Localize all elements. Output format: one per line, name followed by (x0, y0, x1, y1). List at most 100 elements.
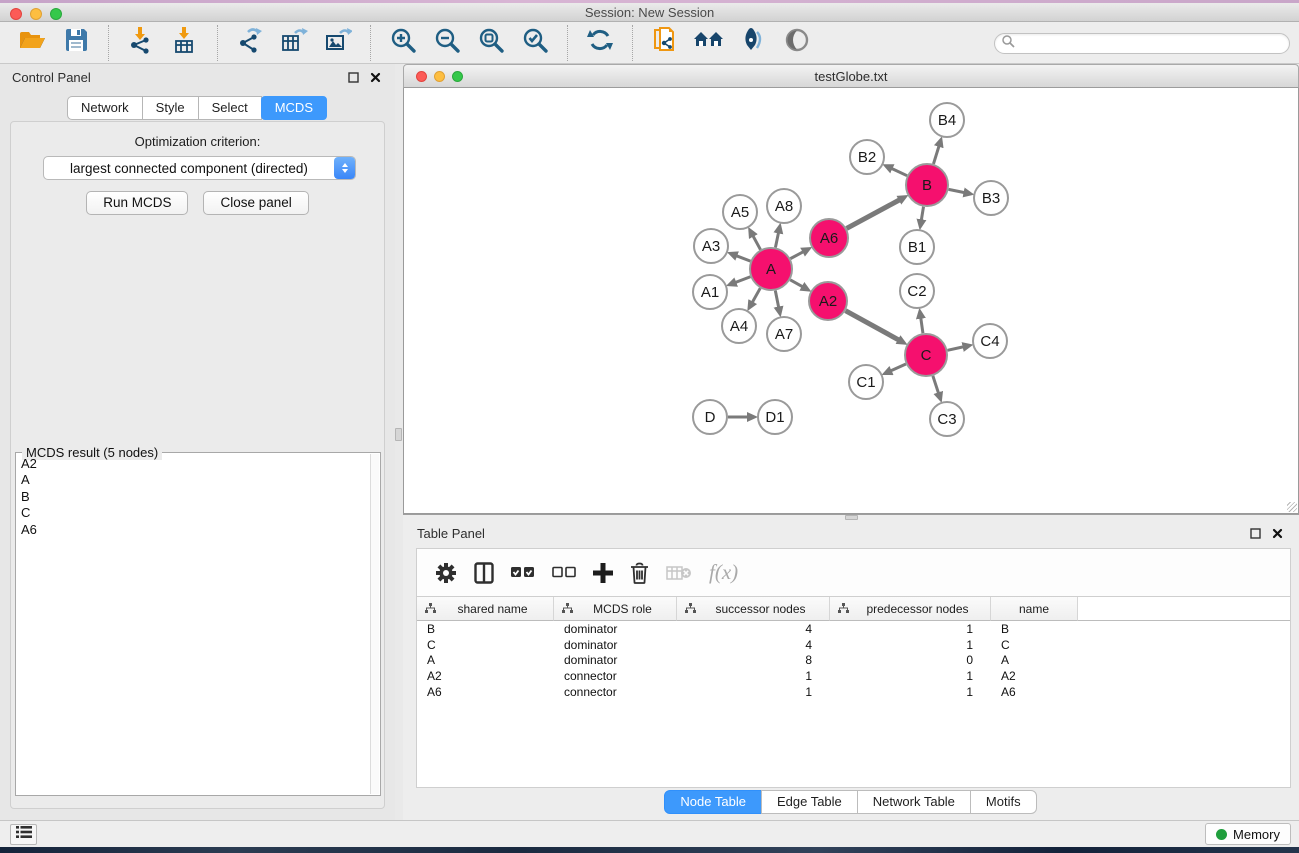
table-cell-predecessor-nodes[interactable]: 1 (830, 669, 991, 683)
node-B1[interactable]: B1 (900, 230, 934, 264)
node-D1[interactable]: D1 (758, 400, 792, 434)
table-row[interactable]: A2connector11A2 (417, 668, 1290, 684)
node-A6[interactable]: A6 (810, 219, 848, 257)
node-C4[interactable]: C4 (973, 324, 1007, 358)
edge-A-A3[interactable] (736, 256, 750, 261)
result-item[interactable]: A2 (17, 456, 365, 472)
edge-A-A6[interactable] (790, 252, 803, 259)
edge-B-B3[interactable] (949, 189, 965, 192)
tab-motifs[interactable]: Motifs (970, 790, 1037, 814)
table-cell-mcds-role[interactable]: dominator (554, 638, 677, 652)
divider-collapse-handle[interactable] (395, 428, 402, 441)
table-cell-successor-nodes[interactable]: 4 (677, 638, 830, 652)
run-mcds-button[interactable]: Run MCDS (86, 191, 188, 215)
node-A7[interactable]: A7 (767, 317, 801, 351)
close-panel-button[interactable]: Close panel (203, 191, 308, 215)
create-column-button[interactable] (593, 563, 613, 583)
edge-A-A2[interactable] (790, 280, 803, 287)
node-C1[interactable]: C1 (849, 365, 883, 399)
edge-A2-C[interactable] (846, 311, 899, 340)
show-hide-button[interactable] (775, 26, 819, 60)
result-list-scrollbar[interactable] (370, 454, 379, 794)
node-A1[interactable]: A1 (693, 275, 727, 309)
table-cell-successor-nodes[interactable]: 1 (677, 685, 830, 699)
tab-select[interactable]: Select (198, 96, 262, 120)
edge-A6-B[interactable] (847, 200, 900, 229)
node-A2[interactable]: A2 (809, 282, 847, 320)
node-A8[interactable]: A8 (767, 189, 801, 223)
table-cell-name[interactable]: B (991, 622, 1078, 636)
table-row[interactable]: Bdominator41B (417, 621, 1290, 637)
edge-C-C4[interactable] (947, 347, 963, 351)
tab-style[interactable]: Style (142, 96, 199, 120)
float-table-panel-button[interactable] (1247, 525, 1263, 541)
select-all-columns-button[interactable] (511, 566, 535, 579)
mcds-result-list[interactable]: A2ABCA6 (17, 456, 365, 792)
table-cell-shared-name[interactable]: A2 (417, 669, 554, 683)
zoom-in-button[interactable] (381, 26, 425, 60)
node-A3[interactable]: A3 (694, 229, 728, 263)
open-session-button[interactable] (10, 26, 54, 60)
table-cell-shared-name[interactable]: A (417, 653, 554, 667)
node-A4[interactable]: A4 (722, 309, 756, 343)
table-row[interactable]: Cdominator41C (417, 637, 1290, 653)
node-C3[interactable]: C3 (930, 402, 964, 436)
column-header-predecessor-nodes[interactable]: predecessor nodes (830, 597, 991, 621)
import-table-button[interactable] (163, 26, 207, 60)
edge-A-A4[interactable] (752, 288, 760, 302)
node-C[interactable]: C (905, 334, 947, 376)
result-item[interactable]: B (17, 489, 365, 505)
table-cell-mcds-role[interactable]: connector (554, 685, 677, 699)
table-cell-mcds-role[interactable]: dominator (554, 653, 677, 667)
edge-B-B1[interactable] (921, 207, 923, 221)
result-item[interactable]: A (17, 472, 365, 488)
table-cell-shared-name[interactable]: A6 (417, 685, 554, 699)
minimize-view-button[interactable] (434, 71, 445, 82)
column-header-name[interactable]: name (991, 597, 1078, 621)
home-view-button[interactable] (687, 26, 731, 60)
edge-C-C3[interactable] (933, 376, 939, 393)
column-header-successor-nodes[interactable]: successor nodes (677, 597, 830, 621)
table-cell-name[interactable]: A (991, 653, 1078, 667)
tab-node-table[interactable]: Node Table (664, 790, 762, 814)
table-cell-predecessor-nodes[interactable]: 1 (830, 622, 991, 636)
table-cell-name[interactable]: C (991, 638, 1078, 652)
window-resize-grip[interactable] (1287, 502, 1297, 512)
import-network-button[interactable] (119, 26, 163, 60)
node-B2[interactable]: B2 (850, 140, 884, 174)
table-row[interactable]: A6connector11A6 (417, 684, 1290, 700)
table-cell-predecessor-nodes[interactable]: 1 (830, 685, 991, 699)
node-D[interactable]: D (693, 400, 727, 434)
edge-A-A5[interactable] (753, 236, 761, 250)
edge-A-A1[interactable] (735, 277, 750, 283)
edge-B-B2[interactable] (891, 168, 907, 175)
node-B[interactable]: B (906, 164, 948, 206)
edge-C-C1[interactable] (891, 364, 906, 371)
result-item[interactable]: C (17, 505, 365, 521)
table-cell-mcds-role[interactable]: dominator (554, 622, 677, 636)
clone-network-button[interactable] (643, 26, 687, 60)
node-table[interactable]: shared nameMCDS rolesuccessor nodesprede… (416, 597, 1291, 788)
show-columns-button[interactable] (474, 562, 494, 584)
tab-network-table[interactable]: Network Table (857, 790, 971, 814)
export-network-button[interactable] (228, 26, 272, 60)
show-log-button[interactable] (10, 824, 37, 845)
node-B4[interactable]: B4 (930, 103, 964, 137)
node-A[interactable]: A (750, 248, 792, 290)
tab-network[interactable]: Network (67, 96, 143, 120)
table-cell-mcds-role[interactable]: connector (554, 669, 677, 683)
result-item[interactable]: A6 (17, 522, 365, 538)
save-session-button[interactable] (54, 26, 98, 60)
refresh-layout-button[interactable] (578, 26, 622, 60)
close-window-button[interactable] (10, 8, 22, 20)
float-panel-button[interactable] (345, 69, 361, 85)
search-field[interactable] (994, 33, 1290, 54)
table-cell-predecessor-nodes[interactable]: 0 (830, 653, 991, 667)
zoom-fit-button[interactable] (469, 26, 513, 60)
table-row[interactable]: Adominator80A (417, 652, 1290, 668)
minimize-window-button[interactable] (30, 8, 42, 20)
edge-A-A7[interactable] (775, 291, 778, 308)
table-cell-name[interactable]: A2 (991, 669, 1078, 683)
table-options-button[interactable] (435, 562, 457, 584)
search-input[interactable] (1015, 35, 1289, 52)
